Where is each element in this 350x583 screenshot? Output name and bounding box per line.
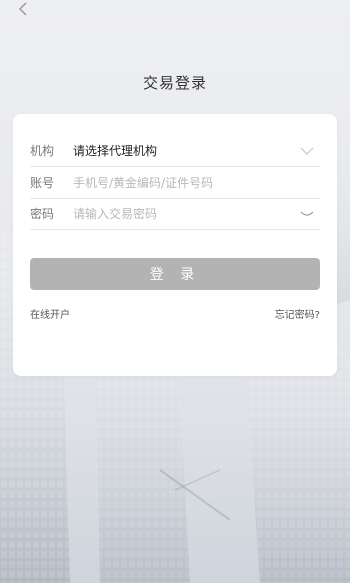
login-card: 机构 请选择代理机构 账号 密码 登 录 在线开户 忘记密码? [13,114,337,376]
page-title: 交易登录 [142,74,207,92]
forgot-password-link[interactable]: 忘记密码? [275,306,320,321]
chevron-left-icon [18,2,27,16]
account-input[interactable] [73,175,320,190]
institution-label: 机构 [30,144,55,158]
institution-select[interactable]: 机构 请选择代理机构 [30,135,320,167]
account-row: 账号 [30,167,320,199]
password-row: 密码 [30,198,320,230]
account-label: 账号 [30,176,55,190]
back-button[interactable] [14,0,32,18]
chevron-down-icon[interactable] [298,144,316,158]
open-account-link[interactable]: 在线开户 [30,306,70,321]
institution-value: 请选择代理机构 [73,144,158,158]
password-input[interactable] [73,206,298,221]
eye-closed-icon[interactable] [298,207,316,221]
login-button[interactable]: 登 录 [30,258,320,290]
password-label: 密码 [30,207,55,221]
